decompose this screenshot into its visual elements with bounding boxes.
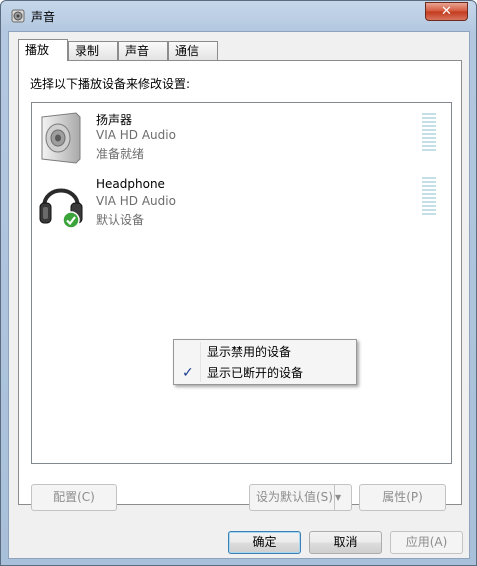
title-bar[interactable]: 声音 ✕ <box>1 1 476 31</box>
dialog-client-area: 播放 录制 声音 通信 选择以下播放设备来修改设置: 扬声器 VIA HD Au… <box>8 31 470 559</box>
sound-dialog-window: 声音 ✕ 播放 录制 声音 通信 选择以下播放设备来修改设置: 扬声器 VIA … <box>0 0 477 566</box>
device-driver: VIA HD Audio <box>96 128 176 142</box>
device-name: 扬声器 <box>96 113 133 127</box>
window-title: 声音 <box>31 10 56 24</box>
device-driver: VIA HD Audio <box>96 194 176 208</box>
device-list[interactable]: 扬声器 VIA HD Audio 准备就绪 Headphone VIA HD A… <box>31 102 452 464</box>
tab-sounds[interactable]: 声音 <box>118 41 168 60</box>
set-default-label: 设为默认值(S) <box>256 490 333 504</box>
device-name: Headphone <box>96 177 165 191</box>
volume-meter <box>422 113 436 153</box>
menu-item-show-disabled[interactable]: 显示禁用的设备 <box>176 342 354 363</box>
default-check-icon <box>62 211 80 229</box>
chevron-down-icon[interactable]: ▼ <box>334 485 351 510</box>
apply-button[interactable]: 应用(A) <box>390 531 463 554</box>
device-status: 准备就绪 <box>96 147 145 161</box>
tab-communications[interactable]: 通信 <box>168 41 218 60</box>
set-default-button[interactable]: 设为默认值(S) ▼ <box>249 484 352 511</box>
context-menu: 显示禁用的设备 ✓ 显示已断开的设备 <box>173 339 357 385</box>
volume-meter <box>422 177 436 217</box>
playback-panel: 选择以下播放设备来修改设置: 扬声器 VIA HD Audio 准备就绪 Hea… <box>18 60 462 511</box>
close-button[interactable]: ✕ <box>425 2 468 21</box>
properties-button[interactable]: 属性(P) <box>359 484 446 511</box>
ok-button[interactable]: 确定 <box>228 531 301 554</box>
menu-item-label: 显示已断开的设备 <box>207 366 304 380</box>
speaker-icon <box>11 9 25 23</box>
device-status: 默认设备 <box>96 213 145 227</box>
menu-item-show-disconnected[interactable]: ✓ 显示已断开的设备 <box>176 363 354 384</box>
instruction-text: 选择以下播放设备来修改设置: <box>30 77 191 91</box>
configure-button[interactable]: 配置(C) <box>31 484 117 511</box>
speaker-icon <box>41 112 81 164</box>
menu-item-label: 显示禁用的设备 <box>207 345 292 359</box>
device-item-speaker[interactable]: 扬声器 VIA HD Audio 准备就绪 <box>32 107 451 171</box>
checkmark-icon: ✓ <box>182 365 194 381</box>
cancel-button[interactable]: 取消 <box>309 531 382 554</box>
tab-recording[interactable]: 录制 <box>68 41 118 60</box>
device-item-headphone[interactable]: Headphone VIA HD Audio 默认设备 <box>32 173 451 237</box>
tab-playback[interactable]: 播放 <box>18 39 68 61</box>
